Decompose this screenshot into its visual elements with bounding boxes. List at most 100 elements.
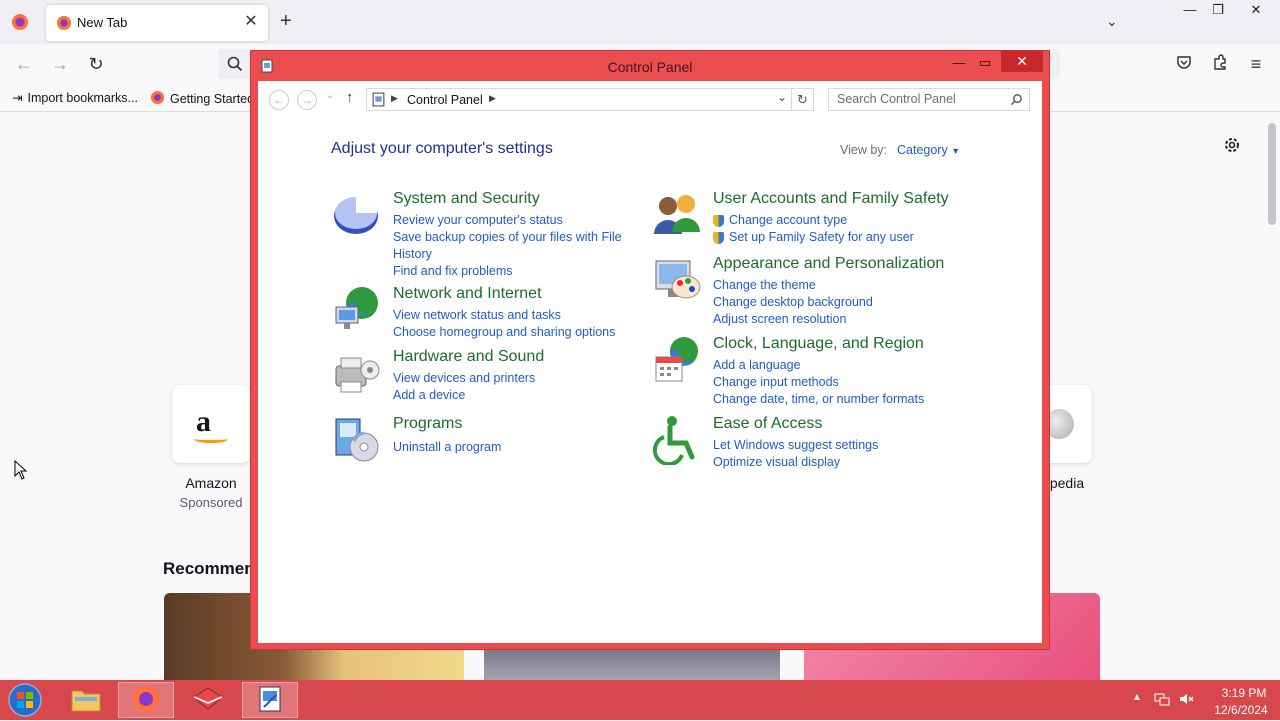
category-title[interactable]: Ease of Access — [713, 415, 822, 433]
window-maximize-button[interactable]: ▭ — [971, 53, 999, 73]
menu-icon[interactable]: ≡ — [1245, 53, 1267, 75]
pocket-icon[interactable] — [1173, 53, 1195, 75]
breadcrumb-item[interactable]: Control Panel — [407, 93, 483, 107]
clock-time[interactable]: 3:19 PM — [1214, 686, 1274, 700]
close-tab-icon[interactable]: ✕ — [242, 13, 260, 31]
forward-icon[interactable]: → — [49, 53, 71, 75]
category-links: Change the theme Change desktop backgrou… — [713, 277, 943, 328]
category-link[interactable]: Set up Family Safety for any user — [713, 229, 943, 246]
bookmark-label: Getting Started — [170, 92, 255, 106]
taskbar-firefox[interactable] — [118, 682, 174, 718]
clock-date[interactable]: 12/6/2024 — [1208, 703, 1274, 717]
window-title: Control Panel — [607, 59, 693, 75]
window-close-button[interactable]: ✕ — [1001, 51, 1043, 72]
appearance-icon[interactable] — [652, 255, 702, 305]
scrollbar-thumb[interactable] — [1268, 123, 1276, 225]
clock-language-icon[interactable] — [652, 335, 702, 385]
hardware-sound-icon[interactable] — [332, 348, 382, 398]
category-link[interactable]: Choose homegroup and sharing options — [393, 324, 623, 341]
recent-locations-chevron-icon[interactable]: ⌄ — [326, 90, 334, 101]
page-title: Adjust your computer's settings — [331, 140, 553, 157]
category-link[interactable]: Change input methods — [713, 374, 943, 391]
category-links: Let Windows suggest settings Optimize vi… — [713, 437, 943, 471]
category-link[interactable]: Let Windows suggest settings — [713, 437, 943, 454]
ease-of-access-icon[interactable] — [652, 415, 702, 467]
taskbar: ▲ — [0, 680, 1280, 720]
address-bar: ← → ⌄ ↑ ▶ Control Panel ▶ ⌄ ↻ Search Con… — [258, 81, 1042, 117]
back-icon[interactable]: ← — [13, 53, 35, 75]
window-minimize-button[interactable]: — — [945, 53, 973, 73]
user-accounts-icon[interactable] — [652, 190, 702, 240]
page-scrollbar[interactable] — [1264, 113, 1280, 680]
up-arrow-icon[interactable]: ↑ — [346, 89, 354, 106]
search-control-panel-input[interactable]: Search Control Panel — [828, 88, 1030, 111]
close-button[interactable]: ✕ — [1236, 0, 1276, 22]
reload-icon[interactable]: ↻ — [85, 53, 107, 75]
category-link[interactable]: Optimize visual display — [713, 454, 943, 471]
new-tab-button[interactable]: + — [280, 11, 292, 31]
category-link[interactable]: Adjust screen resolution — [713, 311, 943, 328]
category-link[interactable]: Change the theme — [713, 277, 943, 294]
address-dropdown-chevron-icon[interactable]: ⌄ — [777, 90, 787, 104]
category-link[interactable]: Add a device — [393, 387, 623, 404]
programs-icon[interactable] — [332, 415, 382, 465]
back-icon[interactable]: ← — [269, 90, 289, 110]
category-links: View devices and printers Add a device — [393, 370, 623, 404]
shortcut-amazon[interactable]: a — [172, 385, 250, 463]
category-title[interactable]: Clock, Language, and Region — [713, 335, 924, 353]
extensions-icon[interactable] — [1209, 53, 1231, 75]
category-link[interactable]: Add a language — [713, 357, 943, 374]
category-link[interactable]: Change account type — [713, 212, 943, 229]
amazon-logo-icon: a — [196, 405, 211, 438]
breadcrumb-separator-icon: ▶ — [391, 93, 398, 103]
firefox-view-icon[interactable] — [10, 12, 30, 32]
category-link[interactable]: Uninstall a program — [393, 439, 623, 456]
shortcut-label: Amazon — [185, 475, 237, 491]
list-tabs-chevron-icon[interactable]: ⌄ — [1106, 13, 1118, 30]
category-title[interactable]: Network and Internet — [393, 285, 542, 303]
breadcrumb[interactable]: ▶ Control Panel ▶ ⌄ — [366, 88, 792, 111]
folder-icon — [70, 685, 102, 716]
category-title[interactable]: User Accounts and Family Safety — [713, 190, 949, 208]
show-hidden-icons-icon[interactable]: ▲ — [1132, 692, 1142, 703]
category-link[interactable]: View devices and printers — [393, 370, 623, 387]
category-title[interactable]: Appearance and Personalization — [713, 255, 944, 273]
category-link[interactable]: Change desktop background — [713, 294, 943, 311]
volume-muted-icon[interactable] — [1178, 691, 1194, 710]
forward-icon[interactable]: → — [297, 90, 317, 110]
firefox-icon — [56, 15, 72, 31]
import-icon: ⇥ — [12, 91, 23, 105]
view-by-dropdown[interactable]: Category ▼ — [897, 143, 960, 157]
category-link[interactable]: Save backup copies of your files with Fi… — [393, 229, 623, 263]
category-links: Review your computer's status Save backu… — [393, 212, 623, 280]
restore-button[interactable]: ❐ — [1198, 0, 1238, 22]
browser-tab-bar: New Tab ✕ + ⌄ — ❐ ✕ — [0, 0, 1280, 44]
window-title-bar[interactable]: Control Panel — ▭ ✕ — [251, 51, 1049, 81]
category-link[interactable]: Review your computer's status — [393, 212, 623, 229]
taskbar-file-explorer[interactable] — [58, 682, 114, 718]
category-link[interactable]: Find and fix problems — [393, 263, 623, 280]
search-icon — [226, 55, 244, 73]
tab-new-tab[interactable]: New Tab ✕ — [46, 5, 268, 41]
category-title[interactable]: System and Security — [393, 190, 540, 208]
category-link[interactable]: Change date, time, or number formats — [713, 391, 943, 408]
breadcrumb-separator-icon[interactable]: ▶ — [489, 93, 496, 104]
bookmark-getting-started[interactable]: Getting Started — [150, 90, 254, 108]
category-title[interactable]: Programs — [393, 415, 462, 433]
category-links: Uninstall a program — [393, 439, 623, 456]
category-link[interactable]: View network status and tasks — [393, 307, 623, 324]
mouse-cursor-icon — [14, 459, 28, 483]
network-internet-icon[interactable] — [332, 285, 382, 335]
firefox-icon — [150, 90, 165, 108]
gear-icon[interactable] — [1222, 135, 1242, 155]
search-placeholder: Search Control Panel — [837, 92, 956, 106]
network-icon[interactable] — [1154, 691, 1170, 710]
taskbar-app-package[interactable] — [180, 682, 236, 718]
category-title[interactable]: Hardware and Sound — [393, 348, 544, 366]
bookmark-import[interactable]: ⇥ Import bookmarks... — [12, 90, 138, 106]
system-security-icon[interactable] — [332, 190, 382, 240]
start-button[interactable] — [6, 682, 44, 718]
taskbar-control-panel[interactable] — [242, 682, 298, 718]
shortcut-label: pedia — [1049, 475, 1085, 491]
refresh-icon[interactable]: ↻ — [792, 88, 814, 111]
